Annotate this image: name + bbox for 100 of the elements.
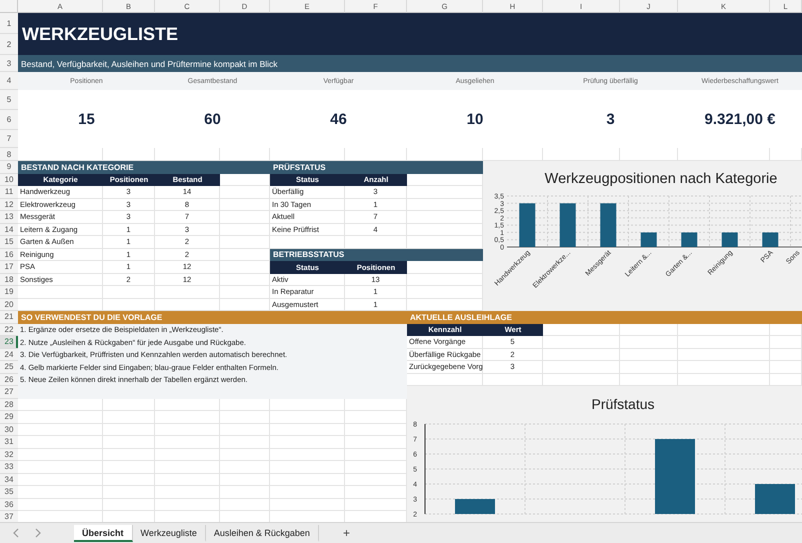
row-header[interactable]: 30 <box>0 424 18 436</box>
row-header[interactable]: 14 <box>0 224 18 236</box>
empty-cell[interactable] <box>620 348 678 361</box>
empty-cell[interactable] <box>103 436 155 448</box>
empty-cell[interactable] <box>155 424 220 436</box>
row-header[interactable]: 20 <box>0 298 18 311</box>
row-header[interactable]: 35 <box>0 486 18 498</box>
empty-cell[interactable] <box>220 448 270 461</box>
row-header[interactable]: 32 <box>0 448 18 461</box>
section-title: BETRIEBSSTATUS <box>273 250 344 260</box>
row-header[interactable]: 31 <box>0 436 18 448</box>
row-header[interactable]: 22 <box>0 324 18 336</box>
row-header[interactable]: 33 <box>0 461 18 474</box>
empty-cell[interactable] <box>103 498 155 511</box>
empty-cell[interactable] <box>620 336 678 348</box>
row-header[interactable]: 25 <box>0 361 18 374</box>
row-header[interactable]: 7 <box>0 130 18 148</box>
row-header[interactable]: 26 <box>0 374 18 386</box>
empty-cell[interactable] <box>155 474 220 486</box>
empty-cell[interactable] <box>220 486 270 498</box>
bar <box>755 484 795 514</box>
bar <box>640 232 657 247</box>
empty-cell[interactable] <box>270 498 345 511</box>
empty-cell[interactable] <box>155 461 220 474</box>
add-sheet-button[interactable]: + <box>338 526 354 540</box>
empty-cell[interactable] <box>770 348 802 361</box>
row-header[interactable]: 3 <box>0 55 18 72</box>
empty-cell[interactable] <box>103 486 155 498</box>
sheet-tab[interactable]: Übersicht <box>74 524 133 542</box>
chart-title: Werkzeugpositionen nach Kategorie <box>544 171 778 187</box>
empty-cell[interactable] <box>270 424 345 436</box>
sheet-tab[interactable]: Ausleihen & Rückgaben <box>206 524 319 542</box>
empty-cell[interactable] <box>103 424 155 436</box>
empty-cell[interactable] <box>678 348 770 361</box>
empty-cell[interactable] <box>220 461 270 474</box>
empty-cell[interactable] <box>103 474 155 486</box>
row-header[interactable]: 6 <box>0 110 18 130</box>
select-all-corner[interactable] <box>0 0 18 13</box>
kpi-value: 15 <box>78 110 95 128</box>
row-header[interactable]: 23 <box>0 336 18 348</box>
row-header[interactable]: 12 <box>0 198 18 211</box>
empty-cell[interactable] <box>678 361 770 374</box>
empty-cell[interactable] <box>770 361 802 374</box>
empty-cell[interactable] <box>155 436 220 448</box>
bar <box>722 232 738 247</box>
row-header[interactable]: 24 <box>0 348 18 361</box>
row-header[interactable]: 21 <box>0 311 18 324</box>
kpi-value: 46 <box>330 110 347 128</box>
row-header[interactable]: 36 <box>0 498 18 511</box>
empty-cell[interactable] <box>270 461 345 474</box>
empty-cell[interactable] <box>220 436 270 448</box>
empty-cell[interactable] <box>270 486 345 498</box>
row-header[interactable]: 34 <box>0 474 18 486</box>
row-header[interactable]: 8 <box>0 148 18 161</box>
row-header[interactable]: 4 <box>0 72 18 90</box>
empty-cell[interactable] <box>770 336 802 348</box>
bar <box>762 232 778 247</box>
empty-cell[interactable] <box>155 448 220 461</box>
row-header[interactable]: 10 <box>0 174 18 186</box>
empty-cell[interactable] <box>270 448 345 461</box>
sheet-tab[interactable]: Werkzeugliste <box>132 524 206 542</box>
empty-cell[interactable] <box>220 411 270 424</box>
row-header[interactable]: 15 <box>0 236 18 248</box>
empty-cell[interactable] <box>220 424 270 436</box>
empty-cell[interactable] <box>155 486 220 498</box>
empty-cell[interactable] <box>103 461 155 474</box>
empty-cell[interactable] <box>103 448 155 461</box>
row-header[interactable]: 1 <box>0 13 18 34</box>
row-header[interactable]: 37 <box>0 511 18 522</box>
empty-cell[interactable] <box>155 498 220 511</box>
chevron-left-icon[interactable] <box>12 528 20 538</box>
row-header[interactable]: 13 <box>0 211 18 224</box>
row-header[interactable]: 16 <box>0 248 18 261</box>
row-header[interactable]: 29 <box>0 411 18 424</box>
chevron-right-icon[interactable] <box>34 528 42 538</box>
row-header[interactable]: 27 <box>0 386 18 398</box>
chart-title: Prüfstatus <box>591 396 655 412</box>
empty-cell[interactable] <box>155 411 220 424</box>
row-header[interactable]: 28 <box>0 398 18 411</box>
bar <box>455 499 495 514</box>
row-header[interactable]: 19 <box>0 286 18 298</box>
row-header[interactable]: 9 <box>0 161 18 174</box>
empty-cell[interactable] <box>270 436 345 448</box>
empty-cell[interactable] <box>270 474 345 486</box>
row-header[interactable]: 18 <box>0 274 18 286</box>
row-header[interactable]: 11 <box>0 186 18 198</box>
empty-cell[interactable] <box>620 361 678 374</box>
section-title: PRÜFSTATUS <box>273 162 326 172</box>
bar <box>560 203 576 247</box>
empty-cell[interactable] <box>270 411 345 424</box>
empty-cell[interactable] <box>220 474 270 486</box>
empty-cell[interactable] <box>220 498 270 511</box>
row-header[interactable]: 5 <box>0 90 18 110</box>
bar <box>519 203 536 247</box>
kpi-value: 60 <box>204 110 221 128</box>
row-header[interactable]: 2 <box>0 34 18 55</box>
row-header[interactable]: 17 <box>0 261 18 274</box>
kpi-value: 9.321,00 € <box>704 110 776 128</box>
empty-cell[interactable] <box>103 411 155 424</box>
empty-cell[interactable] <box>678 336 770 348</box>
